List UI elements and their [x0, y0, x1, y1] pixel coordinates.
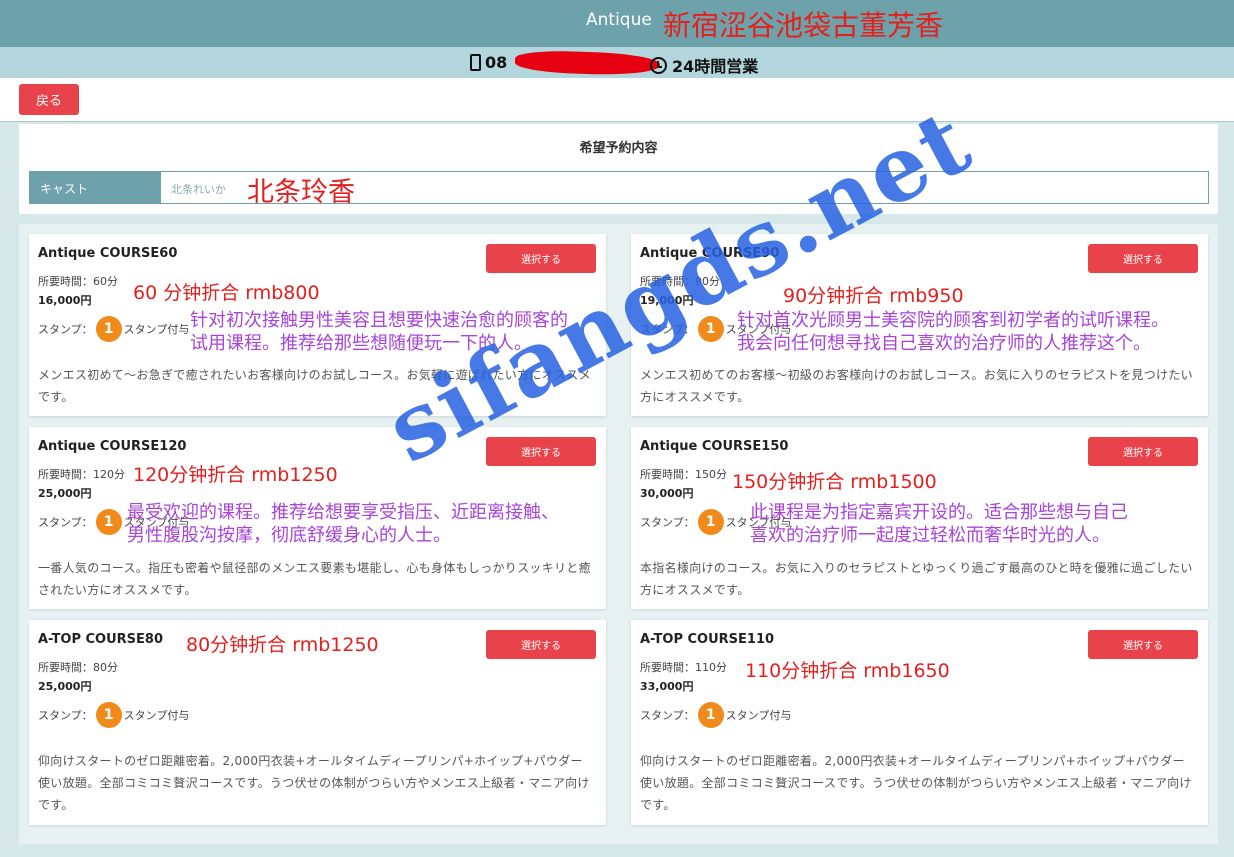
course-name: Antique COURSE60: [38, 246, 178, 261]
course-price: 30,000円: [640, 487, 694, 500]
select-button[interactable]: 選択する: [486, 630, 596, 659]
overlay-price: 150分钟折合 rmb1500: [732, 471, 937, 493]
overlay-price: 80分钟折合 rmb1250: [186, 634, 379, 656]
stamp-label: スタンプ：: [640, 516, 695, 529]
course-name: A-TOP COURSE80: [38, 632, 164, 647]
course-card: A-TOP COURSE110 選択する 所要時間：110分 33,000円 ス…: [631, 620, 1208, 825]
course-duration: 所要時間：150分: [640, 468, 727, 481]
overlay-title: 新宿涩谷池袋古董芳香: [663, 9, 944, 42]
request-title: 希望予約内容: [579, 141, 658, 156]
stamp-badge: 1: [697, 509, 724, 535]
stamp-label: スタンプ：: [38, 323, 93, 336]
select-button[interactable]: 選択する: [1088, 630, 1198, 659]
course-name: Antique COURSE90: [640, 246, 780, 261]
select-button[interactable]: 選択する: [1088, 437, 1198, 466]
course-duration: 所要時間：60分: [38, 275, 118, 288]
course-duration: 所要時間：120分: [38, 468, 125, 481]
course-description: 一番人気のコース。指圧も密着や鼠径部のメンエス要素も堪能し、心も身体もしっかりス…: [38, 561, 591, 597]
overlay-line: 针对初次接触男性美容且想要快速治愈的顾客的: [190, 310, 568, 331]
course-price: 16,000円: [38, 294, 92, 307]
nav-bar: 戻る: [0, 78, 1234, 122]
course-description: メンエス初めて〜お急ぎで癒されたいお客様向けのお試しコース。お気軽に遊ばれたい方…: [38, 368, 591, 404]
stamp-badge: 1: [697, 702, 724, 728]
stamp-badge: 1: [95, 702, 122, 728]
stamp-badge: 1: [697, 316, 724, 342]
overlay-description: 此课程是为指定嘉宾开设的。适合那些想与自己 喜欢的治疗师一起度过轻松而奢华时光的…: [750, 501, 1128, 547]
cast-row: キャスト 北条れいか: [29, 171, 1209, 204]
course-price: 25,000円: [38, 487, 92, 500]
overlay-price: 120分钟折合 rmb1250: [133, 464, 338, 486]
course-name: A-TOP COURSE110: [640, 632, 775, 647]
cast-label: キャスト: [30, 172, 161, 203]
phone-text: 08: [485, 53, 508, 72]
overlay-line: 针对首次光顾男士美容院的顾客到初学者的试听课程。: [737, 310, 1169, 331]
reservation-request: 希望予約内容 キャスト 北条れいか: [19, 124, 1218, 214]
phone-icon: [470, 54, 481, 71]
overlay-description: 针对首次光顾男士美容院的顾客到初学者的试听课程。 我会向任何想寻找自己喜欢的治疗…: [737, 309, 1169, 355]
course-price: 19,000円: [640, 294, 694, 307]
overlay-line: 试用课程。推荐给那些想随便玩一下的人。: [190, 333, 532, 354]
redaction-mark: [514, 49, 661, 77]
course-price: 25,000円: [38, 680, 92, 693]
stamp-row: スタンプ： 1 スタンプ付与: [38, 702, 189, 728]
course-description: 仰向けスタートのゼロ距離密着。2,000円衣装+オールタイムディープリンパ+ホイ…: [38, 754, 590, 812]
select-button[interactable]: 選択する: [1088, 244, 1198, 273]
select-button[interactable]: 選択する: [486, 244, 596, 273]
course-duration: 所要時間：110分: [640, 661, 727, 674]
cast-overlay: 北条玲香: [247, 177, 355, 208]
overlay-line: 最受欢迎的课程。推荐给想要享受指压、近距离接触、: [127, 502, 559, 523]
business-hours: 24時間営業: [650, 53, 758, 77]
overlay-price: 90分钟折合 rmb950: [783, 285, 964, 307]
stamp-row: スタンプ： 1 スタンプ付与: [38, 316, 189, 342]
course-duration: 所要時間：90分: [640, 275, 720, 288]
stamp-badge: 1: [95, 509, 122, 535]
overlay-description: 最受欢迎的课程。推荐给想要享受指压、近距离接触、 男性腹股沟按摩，彻底舒缓身心的…: [127, 501, 559, 547]
stamp-suffix: スタンプ付与: [725, 709, 792, 722]
overlay-line: 此课程是为指定嘉宾开设的。适合那些想与自己: [750, 502, 1128, 523]
course-name: Antique COURSE120: [38, 439, 187, 454]
overlay-description: 针对初次接触男性美容且想要快速治愈的顾客的 试用课程。推荐给那些想随便玩一下的人…: [190, 309, 568, 355]
course-duration: 所要時間：80分: [38, 661, 118, 674]
stamp-suffix: スタンプ付与: [123, 709, 190, 722]
brand-name: Antique: [586, 10, 652, 30]
cast-value: 北条れいか: [171, 183, 226, 196]
overlay-price: 60 分钟折合 rmb800: [133, 282, 320, 304]
back-button[interactable]: 戻る: [19, 84, 79, 115]
hours-text: 24時間営業: [672, 57, 759, 76]
clock-icon: [650, 56, 667, 74]
overlay-price: 110分钟折合 rmb1650: [745, 660, 950, 682]
stamp-row: スタンプ： 1 スタンプ付与: [640, 702, 791, 728]
stamp-label: スタンプ：: [640, 709, 695, 722]
overlay-line: 男性腹股沟按摩，彻底舒缓身心的人士。: [127, 525, 451, 546]
select-button[interactable]: 選択する: [486, 437, 596, 466]
stamp-suffix: スタンプ付与: [123, 323, 190, 336]
top-header: Antique 新宿涩谷池袋古董芳香: [0, 0, 1234, 47]
stamp-label: スタンプ：: [38, 709, 93, 722]
course-description: 本指名様向けのコース。お気に入りのセラピストとゆっくり過ごす最高のひと時を優雅に…: [640, 561, 1193, 597]
course-description: メンエス初めてのお客様〜初級のお客様向けのお試しコース。お気に入りのセラピストを…: [640, 368, 1193, 404]
info-bar: 08 24時間営業: [0, 47, 1234, 78]
course-name: Antique COURSE150: [640, 439, 789, 454]
stamp-badge: 1: [95, 316, 122, 342]
course-price: 33,000円: [640, 680, 694, 693]
stamp-label: スタンプ：: [38, 516, 93, 529]
overlay-line: 我会向任何想寻找自己喜欢的治疗师的人推荐这个。: [737, 333, 1151, 354]
stamp-label: スタンプ：: [640, 323, 695, 336]
phone-number[interactable]: 08: [470, 53, 507, 72]
overlay-line: 喜欢的治疗师一起度过轻松而奢华时光的人。: [750, 525, 1110, 546]
course-description: 仰向けスタートのゼロ距離密着。2,000円衣装+オールタイムディープリンパ+ホイ…: [640, 754, 1192, 812]
